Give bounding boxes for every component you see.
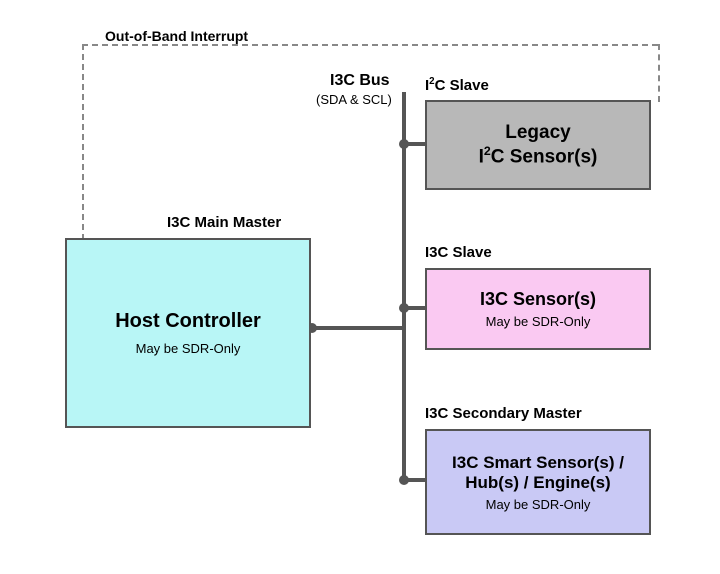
legacy-title-1: Legacy: [435, 122, 641, 144]
i3c-sensor-box: I3C Sensor(s) May be SDR-Only: [425, 268, 651, 350]
host-sub: May be SDR-Only: [75, 341, 301, 356]
i3c-sensor-sub: May be SDR-Only: [435, 314, 641, 329]
bus-line: [402, 92, 406, 482]
bus-line: [310, 326, 406, 330]
oob-label: Out-of-Band Interrupt: [105, 28, 248, 44]
bus-node-dot: [399, 475, 409, 485]
bus-subtitle: (SDA & SCL): [316, 92, 392, 107]
i3c-sensor-title: I3C Sensor(s): [435, 289, 641, 310]
secondary-master-label: I3C Secondary Master: [425, 405, 582, 422]
legacy-i2c-sensor-box: Legacy I2C Sensor(s): [425, 100, 651, 190]
smart-title-2: Hub(s) / Engine(s): [435, 473, 641, 493]
main-master-label: I3C Main Master: [167, 214, 281, 231]
legacy-title-2: I2C Sensor(s): [435, 144, 641, 168]
i3c-smart-sensor-box: I3C Smart Sensor(s) / Hub(s) / Engine(s)…: [425, 429, 651, 535]
bus-node-dot: [399, 139, 409, 149]
oob-interrupt-line: [82, 44, 658, 46]
i3c-slave-label: I3C Slave: [425, 244, 492, 261]
smart-title-1: I3C Smart Sensor(s) /: [435, 453, 641, 473]
smart-sub: May be SDR-Only: [435, 497, 641, 512]
host-controller-box: Host Controller May be SDR-Only: [65, 238, 311, 428]
bus-title: I3C Bus: [330, 72, 390, 90]
oob-interrupt-line: [82, 44, 84, 240]
bus-node-dot: [399, 303, 409, 313]
host-title: Host Controller: [75, 310, 301, 333]
oob-interrupt-line: [658, 44, 660, 102]
i2c-slave-label: I2C Slave: [425, 76, 489, 94]
diagram-canvas: Out-of-Band Interrupt I3C Bus (SDA & SCL…: [0, 0, 720, 574]
